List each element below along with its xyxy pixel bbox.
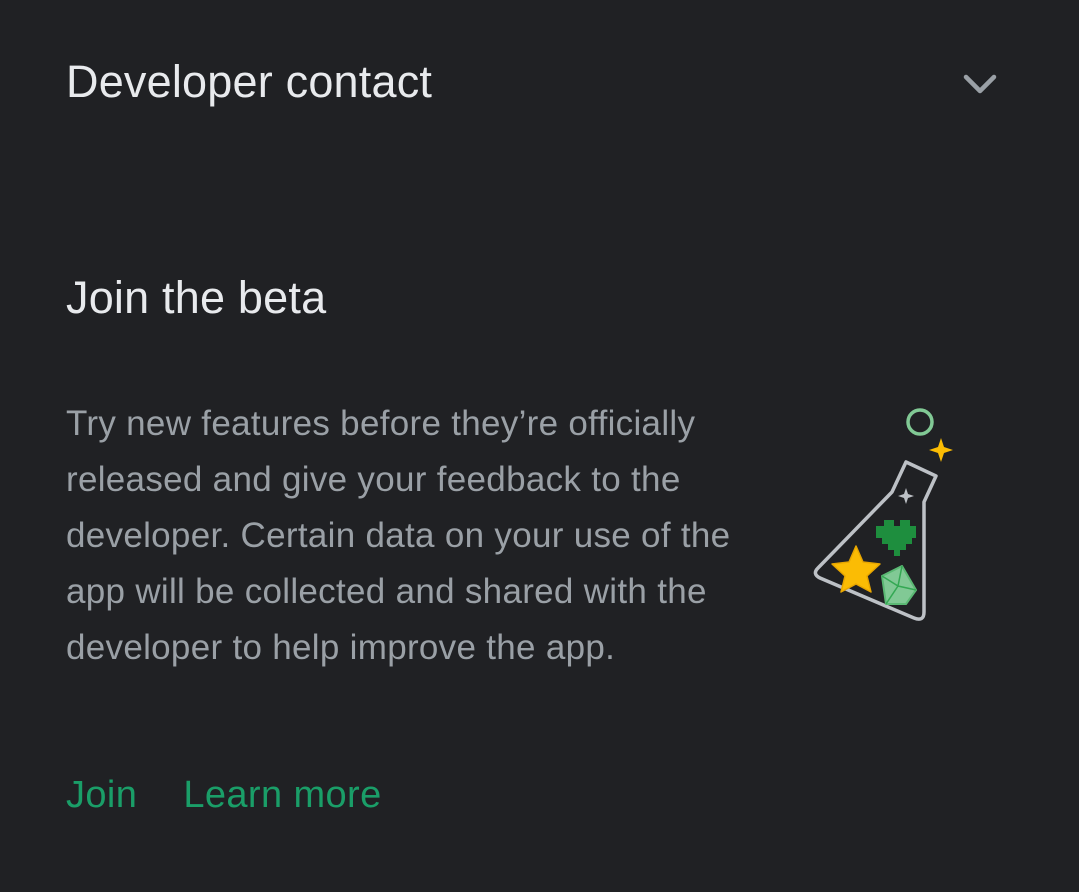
- chevron-down-icon[interactable]: [958, 63, 1002, 107]
- join-button[interactable]: Join: [66, 770, 137, 820]
- developer-contact-header[interactable]: Developer contact: [0, 30, 1079, 134]
- beta-actions: Join Learn more: [66, 770, 382, 820]
- bubble-icon: [906, 408, 934, 436]
- join-beta-title: Join the beta: [66, 272, 327, 323]
- sparkle-icon: [929, 438, 953, 462]
- join-beta-description: Try new features before they’re official…: [66, 404, 731, 667]
- small-sparkle-icon: [898, 488, 914, 504]
- developer-contact-title: Developer contact: [66, 56, 433, 107]
- flask-outline: [813, 460, 938, 621]
- learn-more-button[interactable]: Learn more: [183, 770, 381, 820]
- heart-icon: [876, 520, 916, 556]
- beta-flask-icon: [813, 408, 953, 621]
- gem-icon: [881, 565, 917, 605]
